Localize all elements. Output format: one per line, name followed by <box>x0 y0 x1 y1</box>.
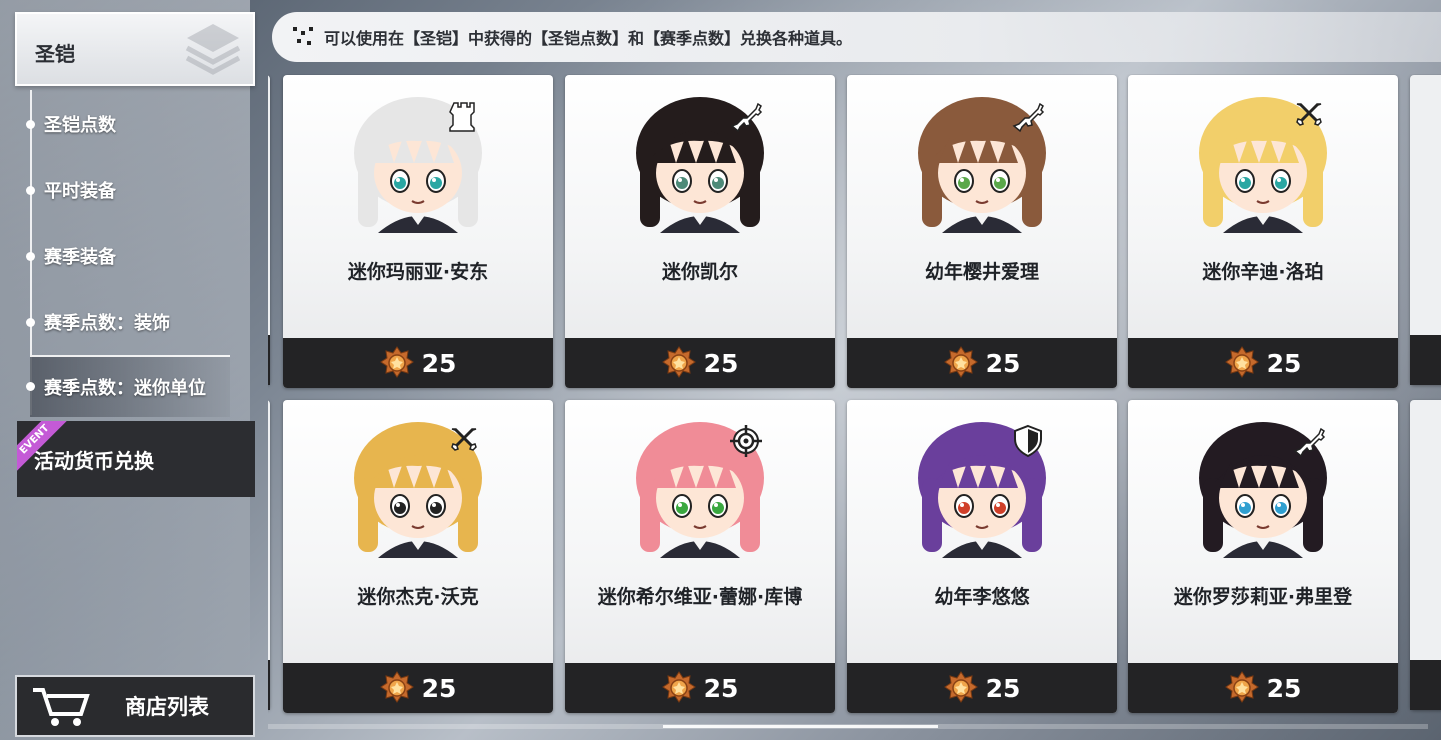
bullet <box>26 186 35 195</box>
season-point-coin-icon <box>1224 671 1259 703</box>
price-bar: 25 <box>283 338 553 388</box>
shop-item-card[interactable]: 迷你杰克·沃克 25 <box>283 400 553 713</box>
partial-card-right[interactable] <box>1410 400 1441 710</box>
price-value: 25 <box>1266 348 1302 378</box>
rifle-icon <box>1293 427 1326 458</box>
shop-item-card[interactable]: 迷你凯尔 25 <box>565 75 835 388</box>
price-bar: 25 <box>1128 663 1398 713</box>
price-value: 25 <box>703 673 739 703</box>
sidebar-item-label: 平时装备 <box>44 181 116 202</box>
season-point-coin-icon <box>661 671 696 703</box>
info-notice: 可以使用在【圣铠】中获得的【圣铠点数】和【赛季点数】兑换各种道具。 <box>272 12 1441 62</box>
sidebar-item-season-equipment[interactable]: 赛季装备 <box>26 236 230 276</box>
price-value: 25 <box>421 348 457 378</box>
sidebar-item-season-mini-units[interactable]: 赛季点数：迷你单位 <box>26 355 230 417</box>
shop-list-label: 商店列表 <box>125 695 209 719</box>
item-name: 迷你玛丽亚·安东 <box>347 261 489 283</box>
bullet <box>26 252 35 261</box>
price-bar: 25 <box>847 663 1117 713</box>
cart-icon <box>33 688 90 726</box>
sidebar-item-label: 赛季点数：装饰 <box>44 313 170 334</box>
shield-icon <box>1014 424 1042 458</box>
price-bar: 25 <box>283 663 553 713</box>
shop-item-card[interactable]: 迷你希尔维亚·蕾娜·库博 25 <box>565 400 835 713</box>
shop-list-button[interactable]: 商店列表 <box>15 675 255 737</box>
item-name: 迷你杰克·沃克 <box>357 586 479 608</box>
event-currency-exchange-button[interactable]: EVENT 活动货币兑换 <box>17 421 255 497</box>
bullet <box>26 120 35 129</box>
item-name: 迷你凯尔 <box>661 261 738 283</box>
partial-card-right[interactable] <box>1410 75 1441 385</box>
shop-item-card[interactable]: 迷你玛丽亚·安东 25 <box>283 75 553 388</box>
sidebar-item-normal-equipment[interactable]: 平时装备 <box>26 170 230 210</box>
price-bar: 25 <box>565 338 835 388</box>
partial-card-left[interactable] <box>268 75 270 385</box>
season-point-coin-icon <box>379 346 414 378</box>
event-item-label: 活动货币兑换 <box>34 448 154 473</box>
sidebar-item-holy-points[interactable]: 圣铠点数 <box>26 104 230 144</box>
crosshair-icon <box>730 425 762 457</box>
price-value: 25 <box>985 673 1021 703</box>
season-point-coin-icon <box>943 346 978 378</box>
sidebar-item-label: 赛季点数：迷你单位 <box>44 378 206 399</box>
item-name: 迷你辛迪·洛珀 <box>1202 261 1324 283</box>
price-bar: 25 <box>1128 338 1398 388</box>
item-name: 幼年李悠悠 <box>934 586 1030 608</box>
item-grid: 迷你玛丽亚·安东 25 迷你凯尔 25 幼年樱井爱理 25 迷你辛迪·洛珀 25… <box>268 74 1441 720</box>
price-value: 25 <box>421 673 457 703</box>
sidebar-item-season-decoration[interactable]: 赛季点数：装饰 <box>26 302 230 342</box>
price-value: 25 <box>985 348 1021 378</box>
rifle-icon <box>1012 102 1045 133</box>
swords-icon <box>451 428 477 451</box>
shop-item-card[interactable]: 幼年李悠悠 25 <box>847 400 1117 713</box>
item-name: 迷你罗莎莉亚·弗里登 <box>1173 586 1353 608</box>
shop-item-card[interactable]: 迷你辛迪·洛珀 25 <box>1128 75 1398 388</box>
partial-card-left[interactable] <box>268 400 270 710</box>
bullet <box>26 318 35 327</box>
price-bar: 25 <box>847 338 1117 388</box>
category-title: 圣铠 <box>35 42 75 66</box>
shop-item-card[interactable]: 迷你罗莎莉亚·弗里登 25 <box>1128 400 1398 713</box>
layers-icon <box>185 24 241 75</box>
sidebar: 圣铠 圣铠点数 平时装备 赛季装备 赛季点数：装饰 赛季点数：迷你单位 EVEN… <box>0 0 255 740</box>
item-name: 迷你希尔维亚·蕾娜·库博 <box>597 586 803 608</box>
season-point-coin-icon <box>661 346 696 378</box>
scrollbar-thumb[interactable] <box>663 725 938 728</box>
price-bar: 25 <box>565 663 835 713</box>
price-value: 25 <box>1266 673 1302 703</box>
category-header[interactable]: 圣铠 <box>15 12 255 86</box>
rifle-icon <box>730 102 763 133</box>
notice-text: 可以使用在【圣铠】中获得的【圣铠点数】和【赛季点数】兑换各种道具。 <box>324 29 853 48</box>
shop-item-card[interactable]: 幼年樱井爱理 25 <box>847 75 1117 388</box>
rook-icon <box>449 102 475 132</box>
sparkle-icon <box>293 27 313 45</box>
sidebar-item-label: 赛季装备 <box>44 247 116 268</box>
season-point-coin-icon <box>943 671 978 703</box>
swords-icon <box>1296 103 1322 126</box>
sidebar-item-label: 圣铠点数 <box>44 115 116 136</box>
item-name: 幼年樱井爱理 <box>924 261 1039 283</box>
bullet <box>26 382 35 391</box>
price-value: 25 <box>703 348 739 378</box>
season-point-coin-icon <box>1224 346 1259 378</box>
season-point-coin-icon <box>379 671 414 703</box>
